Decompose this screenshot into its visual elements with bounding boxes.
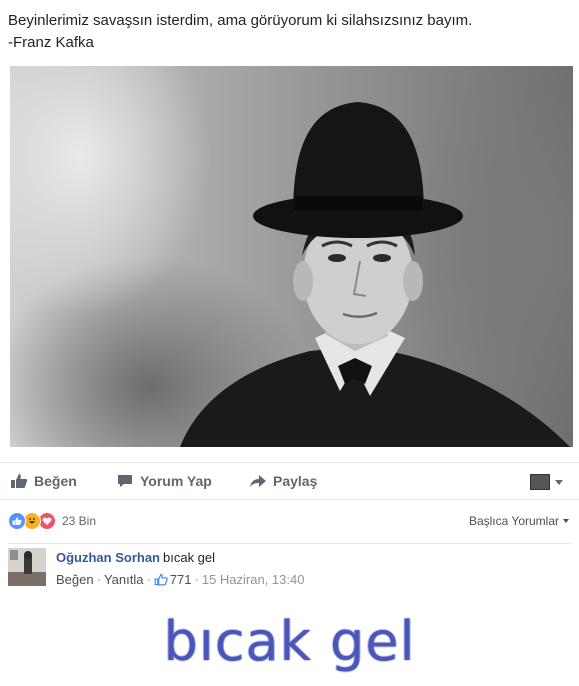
comment-icon bbox=[118, 475, 132, 487]
share-button-label: Paylaş bbox=[273, 473, 318, 489]
comment-reply-link[interactable]: Yanıtla bbox=[104, 572, 144, 587]
comment-like-count[interactable]: 771 bbox=[170, 572, 192, 587]
post-text-line-1: Beyinlerimiz savaşsın isterdim, ama görü… bbox=[8, 12, 473, 29]
page-avatar-icon bbox=[530, 474, 550, 490]
comment-body: Oğuzhan Sorhan bıcak gel bbox=[56, 550, 215, 565]
separator-dot: · bbox=[146, 572, 151, 587]
thumbs-up-icon bbox=[11, 474, 28, 488]
chevron-down-icon bbox=[563, 519, 569, 523]
like-reaction-icon bbox=[8, 512, 26, 530]
post-stats: 23 Bin Başlıca Yorumlar bbox=[0, 499, 579, 541]
avatar[interactable] bbox=[8, 548, 46, 586]
portrait-illustration bbox=[180, 102, 570, 447]
comment-item: Oğuzhan Sorhan bıcak gel Beğen · Yanıtla … bbox=[8, 548, 571, 592]
divider bbox=[8, 543, 571, 544]
reactions-summary[interactable]: 23 Bin bbox=[8, 512, 96, 530]
share-button[interactable]: Paylaş bbox=[249, 471, 317, 491]
reaction-count: 23 Bin bbox=[62, 514, 97, 528]
post-photo[interactable] bbox=[10, 66, 573, 447]
thumbs-up-outline-icon bbox=[154, 573, 168, 586]
share-arrow-icon bbox=[250, 475, 266, 487]
post-text-line-2: -Franz Kafka bbox=[8, 34, 94, 51]
caption-text: bıcak gel bbox=[163, 610, 416, 673]
comment-timestamp[interactable]: 15 Haziran, 13:40 bbox=[202, 572, 305, 587]
comment-like-link[interactable]: Beğen bbox=[56, 572, 94, 587]
like-button-label: Beğen bbox=[34, 473, 77, 489]
comment-sort-dropdown[interactable]: Başlıca Yorumlar bbox=[469, 514, 569, 528]
comment-author-link[interactable]: Oğuzhan Sorhan bbox=[56, 550, 160, 565]
post-as-selector[interactable] bbox=[530, 472, 563, 492]
post-actions-bar: Beğen Yorum Yap Paylaş bbox=[0, 462, 579, 500]
chevron-down-icon bbox=[555, 479, 563, 485]
separator-dot: · bbox=[96, 572, 101, 587]
separator-dot: · bbox=[194, 572, 199, 587]
like-button[interactable]: Beğen bbox=[10, 471, 77, 491]
post-text: Beyinlerimiz savaşsın isterdim, ama görü… bbox=[8, 10, 568, 54]
comment-sort-label: Başlıca Yorumlar bbox=[468, 514, 559, 528]
comment-button-label: Yorum Yap bbox=[140, 473, 212, 489]
comment-meta: Beğen · Yanıtla · 771 · 15 Haziran, 13:4… bbox=[56, 572, 304, 587]
comment-text: bıcak gel bbox=[163, 550, 216, 565]
avatar-picture bbox=[8, 548, 46, 586]
comment-button[interactable]: Yorum Yap bbox=[116, 471, 212, 491]
